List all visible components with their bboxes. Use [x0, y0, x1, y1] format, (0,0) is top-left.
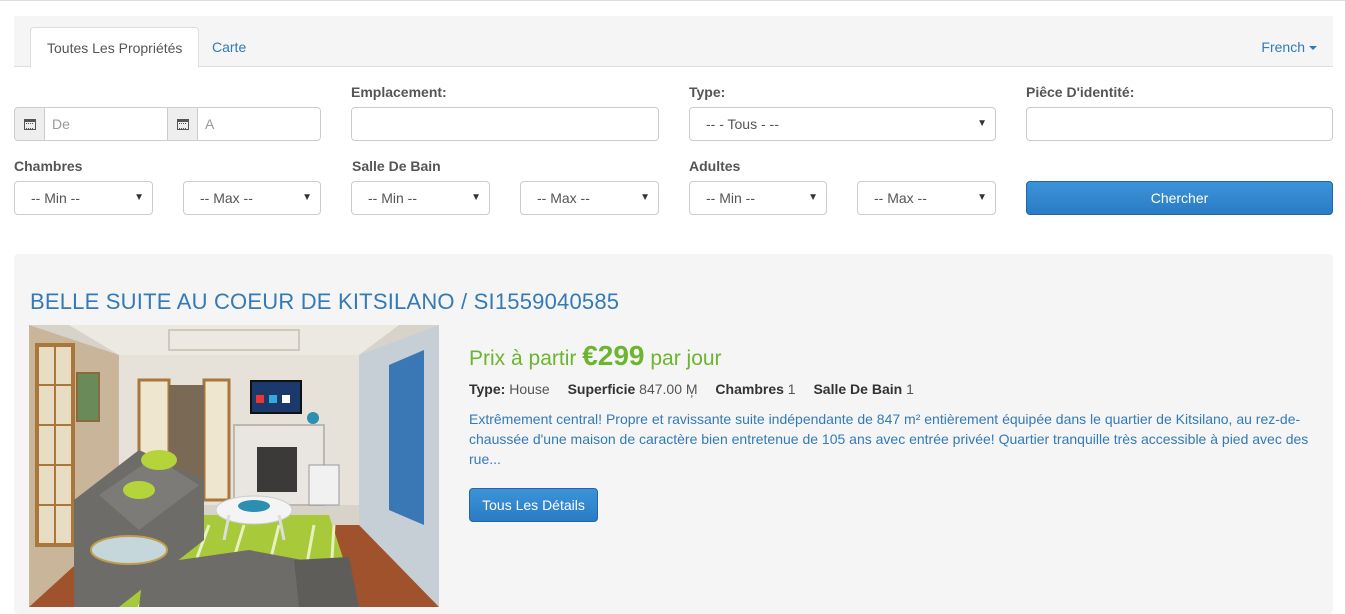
listing-specs: Type: House Superficie 847.00 M̦ Chambre…	[469, 381, 914, 397]
bathrooms-spec-label: Salle De Bain	[813, 381, 903, 397]
select-arrow-icon: ▼	[977, 118, 987, 129]
caret-down-icon	[1309, 46, 1317, 51]
adults-min-value: -- Min --	[706, 190, 755, 206]
bathrooms-min-value: -- Min --	[368, 190, 417, 206]
listing-description[interactable]: Extrêmement central! Propre et ravissant…	[469, 409, 1319, 469]
type-select-value: -- - Tous - --	[706, 116, 779, 132]
type-spec-label: Type:	[469, 381, 506, 397]
select-arrow-icon: ▼	[471, 192, 481, 203]
bathrooms-min-select[interactable]: -- Min -- ▼	[351, 181, 490, 215]
date-to-placeholder: A	[205, 116, 215, 132]
type-select[interactable]: -- - Tous - -- ▼	[689, 107, 996, 141]
bedrooms-max-select[interactable]: -- Max -- ▼	[183, 181, 321, 215]
adults-min-select[interactable]: -- Min -- ▼	[689, 181, 827, 215]
adults-label: Adultes	[689, 158, 741, 174]
bedrooms-min-select[interactable]: -- Min -- ▼	[14, 181, 153, 215]
bedrooms-spec-value: 1	[787, 381, 796, 397]
search-button[interactable]: Chercher	[1026, 181, 1333, 215]
id-input[interactable]	[1026, 107, 1333, 141]
date-from-placeholder: De	[52, 116, 70, 132]
area-spec-value: 847.00 M̦	[639, 381, 698, 397]
bedrooms-max-value: -- Max --	[200, 190, 253, 206]
calendar-icon	[15, 108, 45, 140]
id-label: Piêce D'identité:	[1026, 84, 1135, 100]
details-button[interactable]: Tous Les Détails	[469, 488, 598, 522]
calendar-icon	[168, 108, 198, 140]
tab-map[interactable]: Carte	[196, 27, 262, 68]
listing-card: BELLE SUITE AU COEUR DE KITSILANO / SI15…	[14, 254, 1333, 614]
price-amount: €299	[582, 340, 645, 371]
location-label: Emplacement:	[351, 84, 447, 100]
listing-title[interactable]: BELLE SUITE AU COEUR DE KITSILANO / SI15…	[30, 289, 619, 315]
select-arrow-icon: ▼	[302, 192, 312, 203]
bathrooms-max-value: -- Max --	[537, 190, 590, 206]
adults-max-value: -- Max --	[874, 190, 927, 206]
tab-all-properties[interactable]: Toutes Les Propriétés	[30, 27, 200, 68]
bedrooms-spec-label: Chambres	[715, 381, 784, 397]
bathrooms-spec-value: 1	[906, 381, 914, 397]
bedrooms-label: Chambres	[14, 158, 83, 174]
date-from-field[interactable]: De	[14, 107, 168, 141]
bedrooms-min-value: -- Min --	[31, 190, 80, 206]
language-label: French	[1261, 39, 1305, 55]
date-range: De A	[14, 107, 321, 141]
bathrooms-label: Salle De Bain	[352, 158, 441, 174]
select-arrow-icon: ▼	[134, 192, 144, 203]
bathrooms-max-select[interactable]: -- Max -- ▼	[520, 181, 659, 215]
listing-price: Prix à partir €299 par jour	[469, 340, 722, 372]
date-to-field[interactable]: A	[167, 107, 321, 141]
top-border	[0, 0, 1345, 1]
tab-bar: Toutes Les Propriétés Carte French	[14, 16, 1333, 68]
type-label: Type:	[689, 84, 726, 100]
listing-photo[interactable]	[29, 325, 439, 607]
select-arrow-icon: ▼	[808, 192, 818, 203]
location-input[interactable]	[351, 107, 659, 141]
adults-max-select[interactable]: -- Max -- ▼	[857, 181, 996, 215]
price-prefix: Prix à partir	[469, 347, 577, 370]
select-arrow-icon: ▼	[977, 192, 987, 203]
type-spec-value: House	[509, 381, 550, 397]
price-suffix: par jour	[650, 347, 722, 370]
language-dropdown[interactable]: French	[1261, 39, 1317, 55]
area-spec-label: Superficie	[567, 381, 636, 397]
select-arrow-icon: ▼	[640, 192, 650, 203]
